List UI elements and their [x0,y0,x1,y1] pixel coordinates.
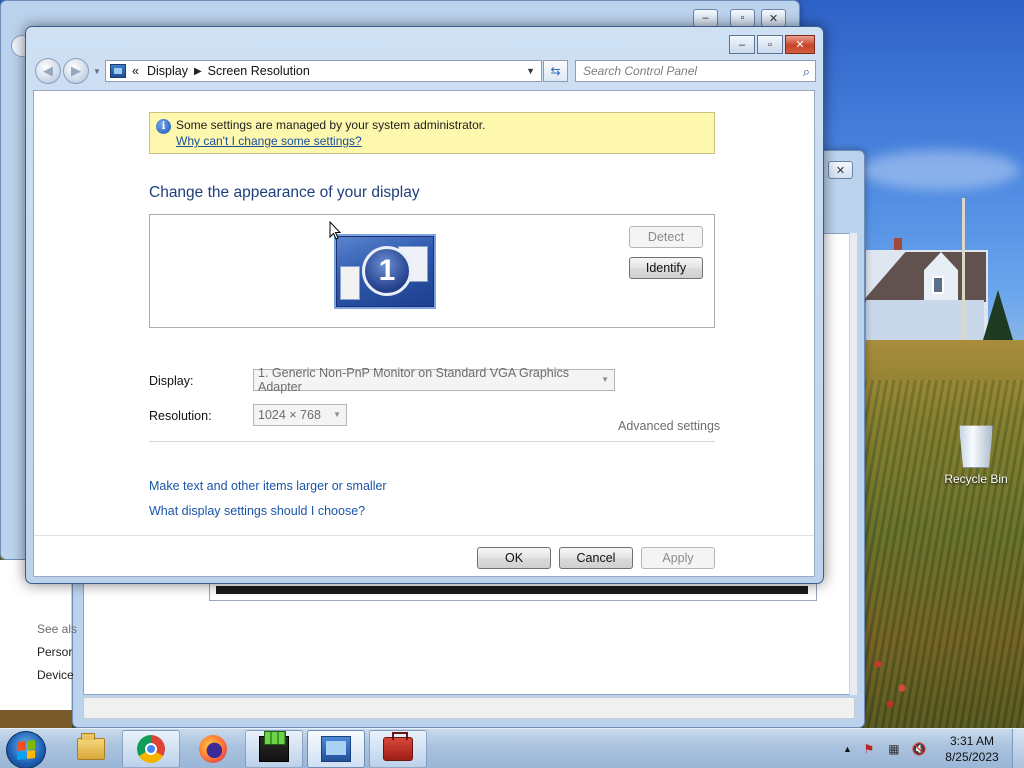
ok-button[interactable]: OK [477,547,551,569]
monitor-window-left-icon [340,266,360,300]
address-bar[interactable]: « Display ▶ Screen Resolution ▼ [105,60,542,82]
admin-info-bar: i Some settings are managed by your syst… [149,112,715,154]
address-dropdown-icon[interactable]: ▼ [526,66,535,76]
system-tray: ▲ ⚑ ▦ 🔇 [843,729,935,768]
wallpaper-window [932,276,944,294]
detect-button[interactable]: Detect [629,226,703,248]
bg-close-button[interactable]: ✕ [761,9,786,27]
recycle-bin-icon [959,425,993,468]
info-message: Some settings are managed by your system… [176,118,486,132]
info-icon: i [156,119,171,134]
minecraft-icon [259,731,289,762]
forward-button[interactable]: ▶ [63,58,89,84]
monitor-arrangement-area[interactable]: 1 Detect Identify [149,214,715,328]
refresh-button[interactable]: ⇆ [543,60,568,82]
windows-explorer-icon [77,733,105,760]
wallpaper-flowers [866,640,926,720]
display-label: Display: [149,374,194,388]
why-cant-change-link[interactable]: Why can't I change some settings? [176,134,714,148]
footer-divider [34,535,814,536]
cancel-button[interactable]: Cancel [559,547,633,569]
cloud [860,150,1020,190]
resolution-select-value: 1024 × 768 [258,408,321,422]
firefox-icon [199,735,227,763]
close-button[interactable]: ✕ [785,35,815,54]
recycle-bin-label: Recycle Bin [944,472,1008,486]
display-select[interactable]: 1. Generic Non-PnP Monitor on Standard V… [253,366,615,394]
taskbar-control-panel[interactable] [307,730,365,768]
chevron-down-icon: ▼ [601,375,609,384]
bg-link-devices[interactable]: Device [37,668,74,682]
wallpaper-flagpole [962,198,965,348]
monitor-1-icon[interactable]: 1 [334,234,436,309]
search-placeholder: Search Control Panel [583,64,698,78]
bg2-statusbar [83,697,855,719]
search-input[interactable]: Search Control Panel ⌕ [575,60,816,82]
recycle-bin-desktop-icon[interactable]: Recycle Bin [940,422,1012,486]
chrome-icon [137,735,165,763]
start-button[interactable] [6,731,46,768]
resolution-label: Resolution: [149,409,212,423]
show-desktop-button[interactable] [1012,729,1024,768]
mouse-cursor-icon [329,221,342,240]
taskbar-chrome[interactable] [122,730,180,768]
bg2-black-bar [209,581,817,601]
resolution-select[interactable]: 1024 × 768 ▼ [253,404,347,426]
bg-link-personalization[interactable]: Persor [37,645,72,659]
taskbar: ▲ ⚑ ▦ 🔇 3:31 AM 8/25/2023 [0,728,1024,768]
taskbar-explorer[interactable] [62,730,120,768]
monitor-number: 1 [362,246,412,296]
network-icon[interactable]: ▦ [885,740,903,758]
clock-date: 8/25/2023 [945,750,999,764]
breadcrumb-arrow-icon[interactable]: ▶ [194,66,202,77]
bg-maximize-button[interactable]: ▫ [730,9,755,27]
caption-buttons: – ▫ ✕ [727,35,815,54]
volume-muted-icon[interactable]: 🔇 [910,740,928,758]
maximize-button[interactable]: ▫ [757,35,783,54]
chevron-down-icon: ▼ [333,410,341,419]
bg2-scrollbar[interactable] [849,233,857,695]
see-also-label: See als [37,622,78,636]
recent-pages-dropdown[interactable]: ▼ [93,67,101,76]
page-title: Change the appearance of your display [149,184,420,201]
display-help-link[interactable]: What display settings should I choose? [149,504,365,518]
action-center-flag-icon[interactable]: ⚑ [860,740,878,758]
taskbar-firefox[interactable] [184,730,242,768]
content-pane: i Some settings are managed by your syst… [33,90,815,577]
screen-resolution-window[interactable]: – ▫ ✕ ◀ ▶ ▼ « Display ▶ Screen Resolutio… [25,26,824,584]
divider [149,441,715,442]
taskbar-minecraft[interactable] [245,730,303,768]
clock-time: 3:31 AM [949,734,995,748]
windows-logo-icon [17,740,35,760]
wallpaper-bottom-strip [0,710,72,728]
advanced-settings-link[interactable]: Advanced settings [618,419,720,433]
control-panel-icon [321,736,351,762]
search-icon[interactable]: ⌕ [803,64,810,80]
show-hidden-icons-button[interactable]: ▲ [843,744,852,754]
bg2-close-button[interactable]: ✕ [828,161,853,179]
back-button[interactable]: ◀ [35,58,61,84]
bg-minimize-button[interactable]: – [693,9,718,27]
breadcrumb-screen-resolution[interactable]: Screen Resolution [208,64,310,78]
display-select-value: 1. Generic Non-PnP Monitor on Standard V… [258,366,570,394]
clock[interactable]: 3:31 AM 8/25/2023 [940,733,1004,765]
text-size-link[interactable]: Make text and other items larger or smal… [149,479,387,493]
apply-button[interactable]: Apply [641,547,715,569]
toolbox-icon [383,732,413,761]
minimize-button[interactable]: – [729,35,755,54]
breadcrumb-display[interactable]: Display [147,64,188,78]
identify-button[interactable]: Identify [629,257,703,279]
control-panel-icon [110,64,126,78]
taskbar-toolbox[interactable] [369,730,427,768]
address-chevrons[interactable]: « [132,64,139,78]
